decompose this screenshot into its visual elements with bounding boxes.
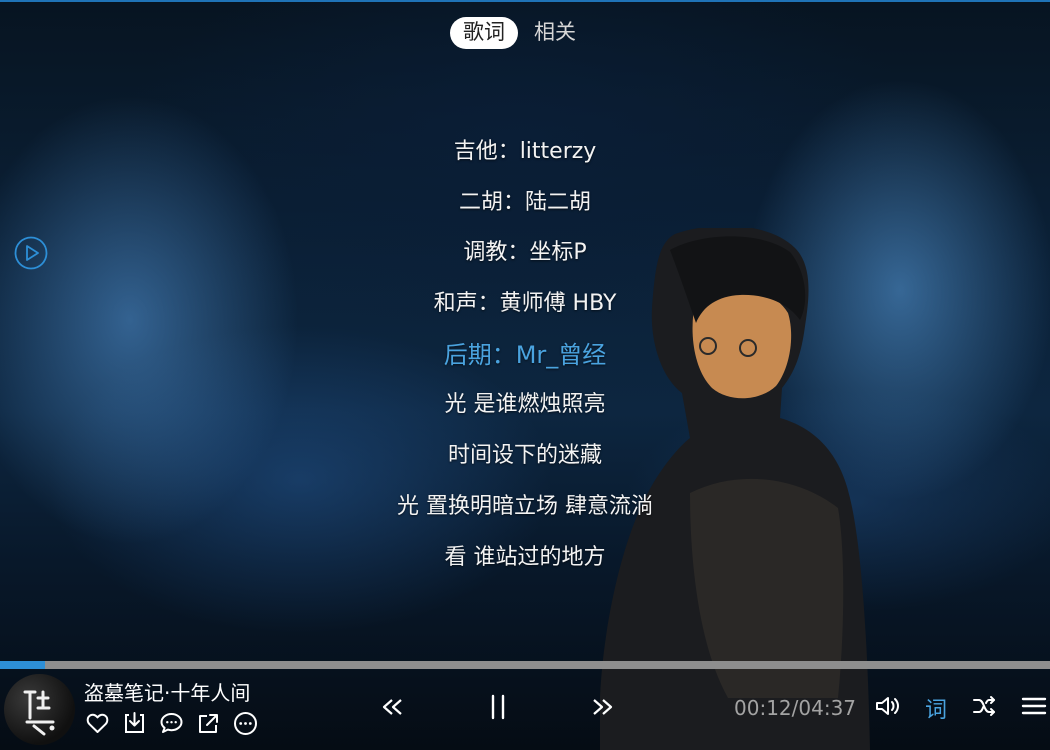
lyric-line[interactable]: 二胡：陆二胡	[0, 178, 1050, 229]
window-top-accent	[0, 0, 1050, 2]
volume-icon[interactable]	[873, 692, 901, 720]
song-title[interactable]: 盗墓笔记·十年人间	[84, 677, 250, 706]
album-cover[interactable]	[4, 674, 75, 745]
elapsed-time: 00:12	[734, 696, 792, 720]
pause-icon[interactable]	[483, 692, 513, 722]
progress-bar[interactable]	[0, 661, 1050, 669]
tab-related[interactable]: 相关	[532, 17, 578, 49]
lyric-line[interactable]: 光 是谁燃烛照亮	[0, 380, 1050, 431]
lyric-line[interactable]: 看 谁站过的地方	[0, 533, 1050, 584]
lyrics-tabs: 歌词 相关	[450, 17, 578, 49]
tab-lyrics[interactable]: 歌词	[450, 17, 518, 49]
progress-bar-fill	[0, 661, 46, 669]
lyric-line[interactable]: 时间设下的迷藏	[0, 431, 1050, 482]
next-icon[interactable]	[587, 692, 617, 722]
lyrics-toggle-button[interactable]: 词	[925, 692, 947, 724]
lyric-line[interactable]: 和声：黄师傅 HBY	[0, 279, 1050, 330]
song-actions	[84, 710, 259, 737]
shuffle-icon[interactable]	[970, 692, 998, 720]
player-bar: 盗墓笔记·十年人间 00:12/04:37 词	[0, 669, 1050, 750]
lyric-line[interactable]: 吉他：litterzy	[0, 127, 1050, 178]
current-lyric-line[interactable]: 后期：Mr_曾经	[0, 330, 1050, 381]
playback-time: 00:12/04:37	[734, 696, 856, 720]
lyrics-panel: 吉他：litterzy 二胡：陆二胡 调教：坐标P 和声：黄师傅 HBY 后期：…	[0, 127, 1050, 583]
menu-icon[interactable]	[1020, 692, 1048, 720]
comment-icon[interactable]	[158, 710, 185, 737]
more-icon[interactable]	[232, 710, 259, 737]
previous-icon[interactable]	[378, 692, 408, 722]
total-time: 04:37	[798, 696, 857, 720]
lyric-line[interactable]: 调教：坐标P	[0, 228, 1050, 279]
lyric-line[interactable]: 光 置换明暗立场 肆意流淌	[0, 482, 1050, 533]
heart-icon[interactable]	[84, 710, 111, 737]
share-icon[interactable]	[195, 710, 222, 737]
download-icon[interactable]	[121, 710, 148, 737]
